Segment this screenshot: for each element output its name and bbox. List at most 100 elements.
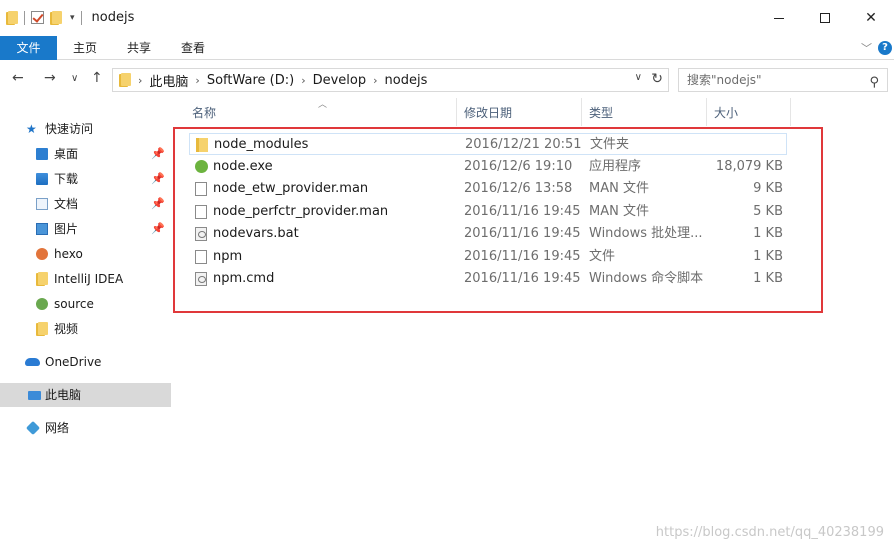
column-header-type[interactable]: 类型 — [582, 98, 707, 126]
nav-item-downloads[interactable]: 下载 📌 — [0, 167, 171, 191]
address-dropdown-chevron-icon[interactable]: ∨ — [635, 72, 642, 83]
new-folder-icon[interactable] — [50, 10, 62, 25]
file-row[interactable]: node_perfctr_provider.man 2016/11/16 19:… — [189, 201, 787, 223]
column-header-size[interactable]: 大小 — [707, 98, 791, 126]
file-modified: 2016/11/16 19:45 — [464, 204, 581, 219]
search-icon: ⚲ — [869, 75, 879, 90]
tab-file[interactable]: 文件 — [0, 36, 57, 60]
file-modified: 2016/11/16 19:45 — [464, 249, 581, 264]
nav-item-intellij-idea[interactable]: IntelliJ IDEA — [0, 267, 171, 291]
breadcrumb-chevron-icon[interactable]: › — [373, 74, 377, 87]
nav-item-this-pc[interactable]: 此电脑 — [0, 383, 171, 407]
back-arrow-icon[interactable]: ← — [12, 70, 24, 86]
file-row[interactable]: node.exe 2016/12/6 19:10 应用程序 18,079 KB — [189, 156, 787, 178]
tab-view[interactable]: 查看 — [172, 36, 214, 60]
breadcrumb-nodejs[interactable]: nodejs — [385, 73, 428, 88]
pin-icon[interactable]: 📌 — [151, 142, 165, 166]
minimize-button[interactable] — [756, 0, 802, 36]
nav-label: 视频 — [54, 322, 79, 336]
file-modified: 2016/12/21 20:51 — [465, 137, 582, 152]
title-bar: ▾ nodejs ✕ — [0, 0, 894, 36]
file-icon — [195, 182, 207, 196]
file-name: npm — [213, 249, 243, 264]
download-icon — [36, 173, 48, 185]
breadcrumb-software-drive[interactable]: SoftWare (D:) — [207, 73, 294, 88]
tab-home[interactable]: 主页 — [64, 36, 106, 60]
refresh-icon[interactable]: ↻ — [651, 71, 663, 87]
hexo-icon — [36, 248, 48, 260]
file-row[interactable]: nodevars.bat 2016/11/16 19:45 Windows 批处… — [189, 223, 787, 245]
tab-share[interactable]: 共享 — [118, 36, 160, 60]
customize-toolbar-chevron-icon[interactable]: ▾ — [70, 13, 75, 23]
breadcrumb-chevron-icon[interactable]: › — [195, 74, 199, 87]
computer-icon — [28, 391, 41, 400]
window-title: nodejs — [91, 10, 135, 25]
nav-label: 快速访问 — [45, 122, 94, 136]
nav-quick-access[interactable]: ★ 快速访问 — [0, 117, 171, 141]
nav-label: 图片 — [54, 222, 79, 236]
search-input[interactable]: 搜索"nodejs" ⚲ — [678, 68, 888, 92]
pin-icon[interactable]: 📌 — [151, 192, 165, 216]
file-modified: 2016/12/6 13:58 — [464, 181, 573, 196]
batch-file-icon — [195, 272, 207, 286]
window-controls: ✕ — [756, 0, 894, 36]
nav-item-videos[interactable]: 视频 — [0, 317, 171, 341]
close-icon: ✕ — [865, 10, 877, 26]
folder-icon — [196, 138, 208, 152]
nav-item-documents[interactable]: 文档 📌 — [0, 192, 171, 216]
quick-access-toolbar: ▾ nodejs — [6, 10, 134, 25]
file-row[interactable]: npm 2016/11/16 19:45 文件 1 KB — [189, 246, 787, 268]
nav-label: OneDrive — [45, 355, 102, 369]
column-header-name[interactable]: 名称 — [185, 98, 457, 126]
file-type: Windows 命令脚本 — [589, 271, 704, 286]
breadcrumb-this-pc[interactable]: 此电脑 — [149, 71, 188, 90]
batch-file-icon — [195, 227, 207, 241]
file-name: node_perfctr_provider.man — [213, 204, 389, 219]
ribbon-tabs: 文件 主页 共享 查看 ﹀ ? — [0, 36, 894, 60]
help-icon[interactable]: ? — [878, 41, 892, 55]
pin-icon[interactable]: 📌 — [151, 167, 165, 191]
node-exe-icon — [195, 160, 208, 173]
file-size: 18,079 KB — [715, 159, 783, 174]
column-header-modified[interactable]: 修改日期 — [457, 98, 582, 126]
file-size: 1 KB — [753, 226, 783, 241]
up-arrow-icon[interactable]: ↑ — [91, 70, 103, 86]
folder-icon — [6, 10, 18, 25]
recent-locations-chevron-icon[interactable]: ∨ — [71, 73, 78, 84]
properties-icon[interactable] — [31, 11, 44, 24]
nav-label: source — [54, 297, 94, 311]
divider — [80, 10, 82, 25]
nav-item-network[interactable]: 网络 — [0, 416, 171, 440]
breadcrumb-chevron-icon[interactable]: › — [301, 74, 305, 87]
breadcrumb-chevron-icon[interactable]: › — [138, 74, 142, 87]
file-type: 文件 — [589, 249, 616, 264]
expand-ribbon-chevron-icon[interactable]: ﹀ — [861, 40, 872, 56]
file-size: 1 KB — [753, 271, 783, 286]
file-name: npm.cmd — [213, 271, 275, 286]
folder-icon — [36, 272, 48, 286]
nav-item-hexo[interactable]: hexo — [0, 242, 171, 266]
pictures-icon — [36, 223, 48, 235]
maximize-button[interactable] — [802, 0, 848, 36]
nav-label: IntelliJ IDEA — [54, 272, 124, 286]
file-modified: 2016/11/16 19:45 — [464, 271, 581, 286]
forward-arrow-icon[interactable]: → — [44, 70, 56, 86]
file-icon — [195, 250, 207, 264]
breadcrumb-develop[interactable]: Develop — [313, 73, 367, 88]
file-type: MAN 文件 — [589, 204, 649, 219]
nav-item-source[interactable]: source — [0, 292, 171, 316]
folder-icon — [119, 73, 131, 87]
nav-item-desktop[interactable]: 桌面 📌 — [0, 142, 171, 166]
file-row[interactable]: npm.cmd 2016/11/16 19:45 Windows 命令脚本 1 … — [189, 268, 787, 290]
file-row[interactable]: node_modules 2016/12/21 20:51 文件夹 — [189, 133, 787, 155]
pin-icon[interactable]: 📌 — [151, 217, 165, 241]
navigation-pane: ★ 快速访问 桌面 📌 下载 📌 文档 📌 图片 📌 hexo IntelliJ… — [0, 98, 171, 549]
nav-item-pictures[interactable]: 图片 📌 — [0, 217, 171, 241]
file-name: node.exe — [213, 159, 273, 174]
network-icon — [25, 420, 41, 436]
file-row[interactable]: node_etw_provider.man 2016/12/6 13:58 MA… — [189, 178, 787, 200]
close-button[interactable]: ✕ — [848, 0, 894, 36]
address-bar[interactable]: › 此电脑 › SoftWare (D:) › Develop › nodejs… — [112, 68, 669, 92]
nav-item-onedrive[interactable]: OneDrive — [0, 350, 171, 374]
file-type: 文件夹 — [590, 137, 630, 152]
